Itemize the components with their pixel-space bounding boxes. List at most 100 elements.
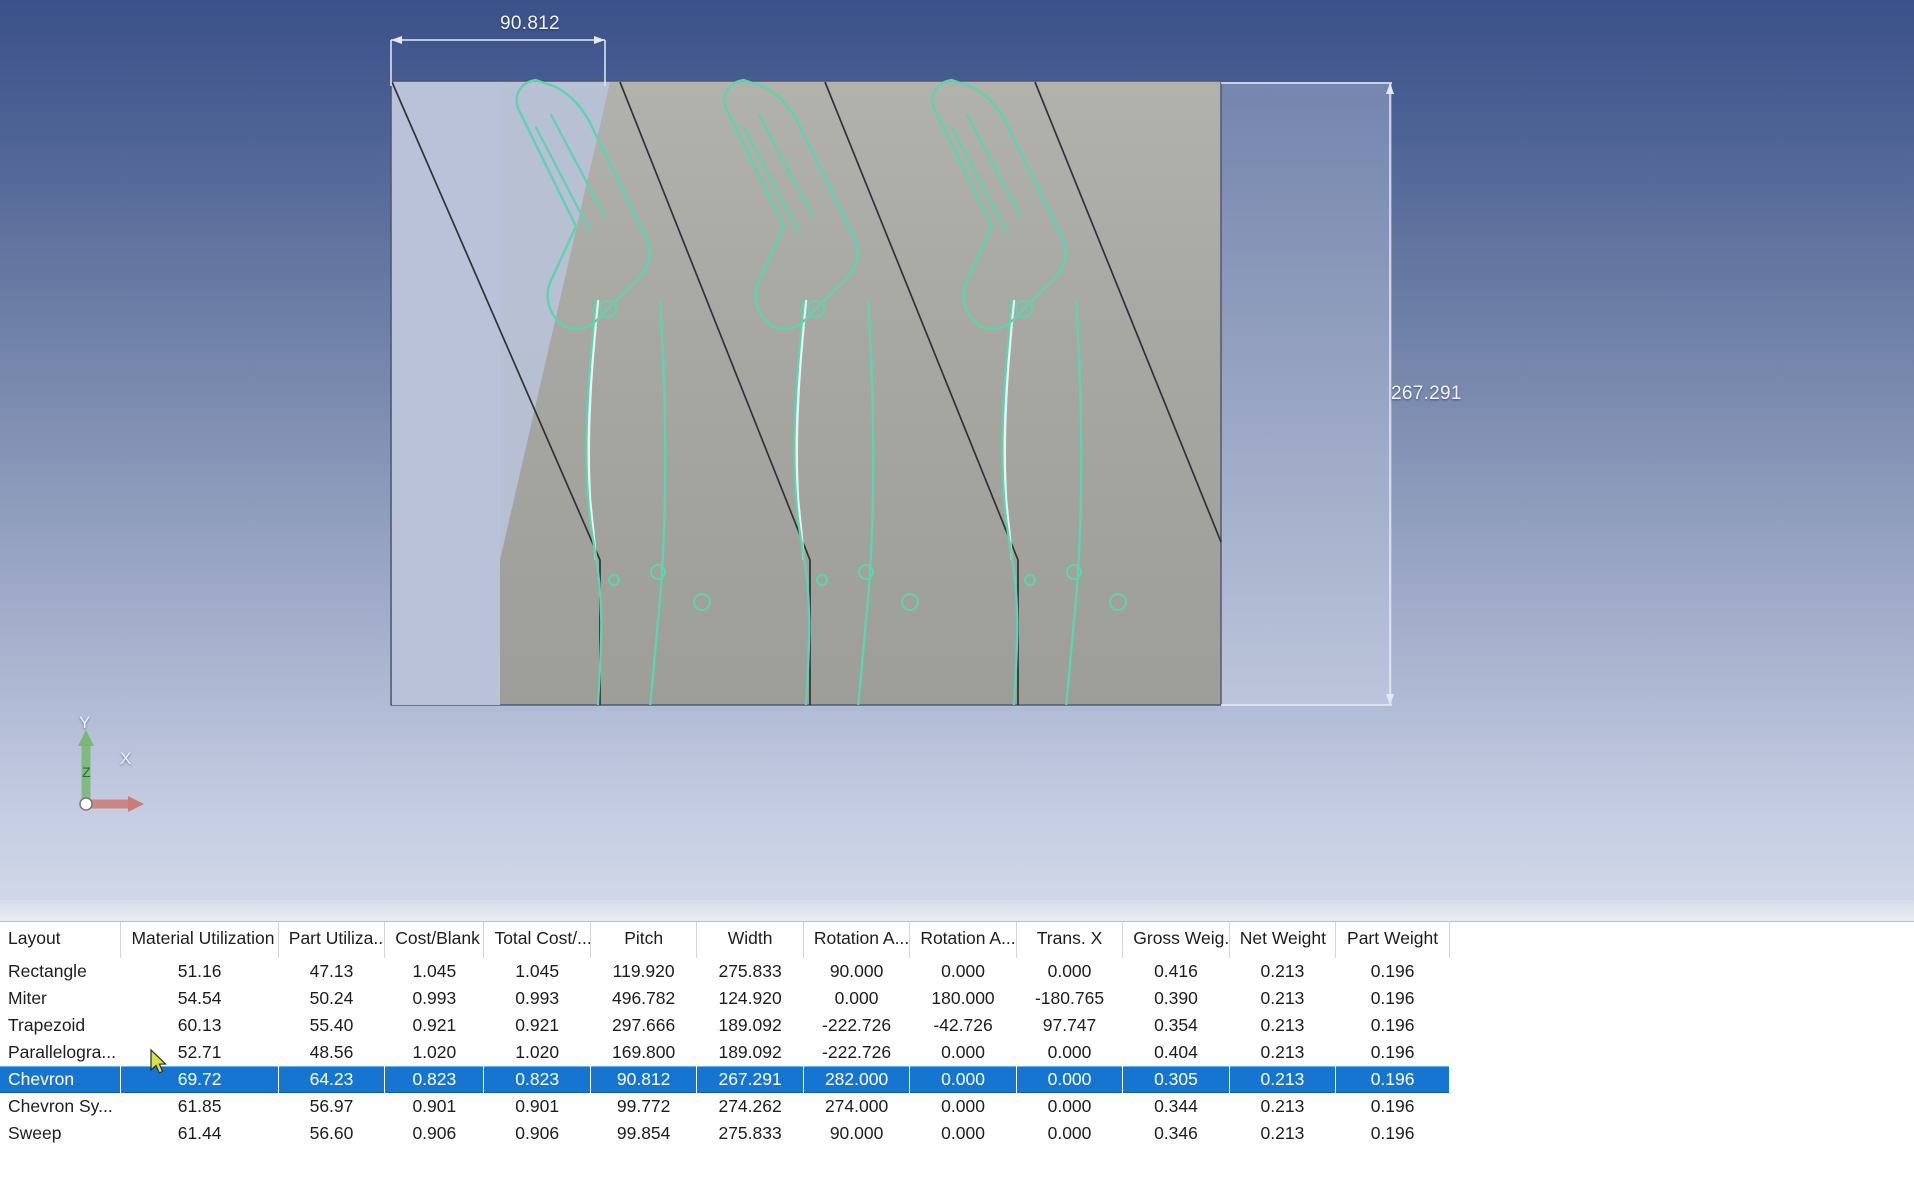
column-header-part-weight[interactable]: Part Weight bbox=[1336, 922, 1450, 958]
table-header-row: Layout Material Utilization Part Utiliza… bbox=[0, 922, 1450, 958]
table-row[interactable]: Sweep61.4456.600.9060.90699.854275.83390… bbox=[0, 1120, 1450, 1147]
table-cell: 169.800 bbox=[590, 1039, 696, 1066]
axis-triad[interactable]: Y X Z bbox=[78, 716, 188, 816]
table-row[interactable]: Trapezoid60.1355.400.9210.921297.666189.… bbox=[0, 1012, 1450, 1039]
table-cell: 0.196 bbox=[1336, 1066, 1450, 1093]
table-cell: 1.045 bbox=[484, 958, 590, 985]
table-cell: 274.262 bbox=[697, 1093, 803, 1120]
table-cell: 0.404 bbox=[1123, 1039, 1229, 1066]
table-cell: 0.901 bbox=[385, 1093, 484, 1120]
table-cell: 56.97 bbox=[278, 1093, 384, 1120]
axis-label-x: X bbox=[120, 749, 131, 769]
table-body: Rectangle51.1647.131.0451.045119.920275.… bbox=[0, 958, 1450, 1147]
table-cell: 180.000 bbox=[910, 985, 1016, 1012]
table-cell: 0.213 bbox=[1229, 958, 1335, 985]
table-cell: 90.000 bbox=[803, 958, 909, 985]
table-cell: 0.416 bbox=[1123, 958, 1229, 985]
axis-label-z: Z bbox=[82, 764, 91, 780]
column-header-layout[interactable]: Layout bbox=[0, 922, 121, 958]
table-cell: Chevron bbox=[0, 1066, 121, 1093]
table-cell: 0.196 bbox=[1336, 1093, 1450, 1120]
table-cell: 0.921 bbox=[484, 1012, 590, 1039]
table-cell: 0.906 bbox=[385, 1120, 484, 1147]
column-header-part-utilization[interactable]: Part Utiliza... bbox=[278, 922, 384, 958]
table-cell: 0.823 bbox=[385, 1066, 484, 1093]
table-cell: 0.213 bbox=[1229, 1120, 1335, 1147]
table-cell: 99.772 bbox=[590, 1093, 696, 1120]
layout-results-table[interactable]: Layout Material Utilization Part Utiliza… bbox=[0, 922, 1450, 1147]
table-cell: -222.726 bbox=[803, 1039, 909, 1066]
pitch-dimension-graphic bbox=[391, 36, 605, 86]
table-cell: Rectangle bbox=[0, 958, 121, 985]
axis-label-y: Y bbox=[79, 713, 90, 733]
strip-layout-3d-view[interactable]: 90.812 267.291 Y X Z bbox=[0, 0, 1914, 900]
table-cell: 52.71 bbox=[121, 1039, 278, 1066]
mouse-pointer bbox=[150, 1049, 168, 1075]
panel-divider bbox=[0, 900, 1914, 922]
table-cell: 90.000 bbox=[803, 1120, 909, 1147]
table-cell: 189.092 bbox=[697, 1039, 803, 1066]
table-cell: 51.16 bbox=[121, 958, 278, 985]
column-header-trans-x[interactable]: Trans. X bbox=[1016, 922, 1122, 958]
table-cell: 0.000 bbox=[910, 1120, 1016, 1147]
table-cell: 69.72 bbox=[121, 1066, 278, 1093]
table-cell: 0.901 bbox=[484, 1093, 590, 1120]
table-cell: 61.85 bbox=[121, 1093, 278, 1120]
table-cell: 0.000 bbox=[1016, 1120, 1122, 1147]
table-cell: 274.000 bbox=[803, 1093, 909, 1120]
column-header-rotation-a2[interactable]: Rotation A... bbox=[910, 922, 1016, 958]
table-cell: 55.40 bbox=[278, 1012, 384, 1039]
table-cell: Sweep bbox=[0, 1120, 121, 1147]
column-header-width[interactable]: Width bbox=[697, 922, 803, 958]
table-cell: 0.305 bbox=[1123, 1066, 1229, 1093]
table-cell: 0.196 bbox=[1336, 985, 1450, 1012]
table-row[interactable]: Chevron Sy...61.8556.970.9010.90199.7722… bbox=[0, 1093, 1450, 1120]
table-cell: 48.56 bbox=[278, 1039, 384, 1066]
table-cell: Parallelogra... bbox=[0, 1039, 121, 1066]
table-cell: 0.000 bbox=[910, 1066, 1016, 1093]
table-cell: 496.782 bbox=[590, 985, 696, 1012]
column-header-material-utilization[interactable]: Material Utilization bbox=[121, 922, 278, 958]
column-header-rotation-a1[interactable]: Rotation A... bbox=[803, 922, 909, 958]
table-cell: 0.213 bbox=[1229, 1066, 1335, 1093]
table-cell: 1.045 bbox=[385, 958, 484, 985]
column-header-pitch[interactable]: Pitch bbox=[590, 922, 696, 958]
layout-results-panel: Layout Material Utilization Part Utiliza… bbox=[0, 900, 1914, 1198]
table-cell: 0.390 bbox=[1123, 985, 1229, 1012]
table-cell: 0.196 bbox=[1336, 1012, 1450, 1039]
column-header-net-weight[interactable]: Net Weight bbox=[1229, 922, 1335, 958]
table-cell: 0.354 bbox=[1123, 1012, 1229, 1039]
table-cell: 119.920 bbox=[590, 958, 696, 985]
column-header-total-cost[interactable]: Total Cost/... bbox=[484, 922, 590, 958]
table-cell: Miter bbox=[0, 985, 121, 1012]
table-cell: 282.000 bbox=[803, 1066, 909, 1093]
table-cell: 90.812 bbox=[590, 1066, 696, 1093]
table-cell: 54.54 bbox=[121, 985, 278, 1012]
table-row[interactable]: Parallelogra...52.7148.561.0201.020169.8… bbox=[0, 1039, 1450, 1066]
table-cell: 0.213 bbox=[1229, 985, 1335, 1012]
table-cell: 1.020 bbox=[484, 1039, 590, 1066]
column-header-gross-weight[interactable]: Gross Weig... bbox=[1123, 922, 1229, 958]
table-cell: 0.196 bbox=[1336, 958, 1450, 985]
table-cell: 0.346 bbox=[1123, 1120, 1229, 1147]
table-cell: 0.993 bbox=[484, 985, 590, 1012]
table-cell: 0.906 bbox=[484, 1120, 590, 1147]
table-cell: 275.833 bbox=[697, 958, 803, 985]
table-cell: 64.23 bbox=[278, 1066, 384, 1093]
table-cell: -222.726 bbox=[803, 1012, 909, 1039]
column-header-cost-per-blank[interactable]: Cost/Blank bbox=[385, 922, 484, 958]
table-row[interactable]: Chevron69.7264.230.8230.82390.812267.291… bbox=[0, 1066, 1450, 1093]
table-cell: 61.44 bbox=[121, 1120, 278, 1147]
table-row[interactable]: Miter54.5450.240.9930.993496.782124.9200… bbox=[0, 985, 1450, 1012]
table-cell: 0.993 bbox=[385, 985, 484, 1012]
table-cell: 0.196 bbox=[1336, 1039, 1450, 1066]
table-cell: 0.000 bbox=[1016, 1039, 1122, 1066]
width-dimension-label: 267.291 bbox=[1391, 383, 1462, 405]
table-cell: 0.000 bbox=[1016, 958, 1122, 985]
table-cell: Chevron Sy... bbox=[0, 1093, 121, 1120]
strip-layout-geometry bbox=[0, 0, 1914, 900]
table-cell: 56.60 bbox=[278, 1120, 384, 1147]
table-cell: 0.000 bbox=[910, 958, 1016, 985]
table-row[interactable]: Rectangle51.1647.131.0451.045119.920275.… bbox=[0, 958, 1450, 985]
table-cell: Trapezoid bbox=[0, 1012, 121, 1039]
